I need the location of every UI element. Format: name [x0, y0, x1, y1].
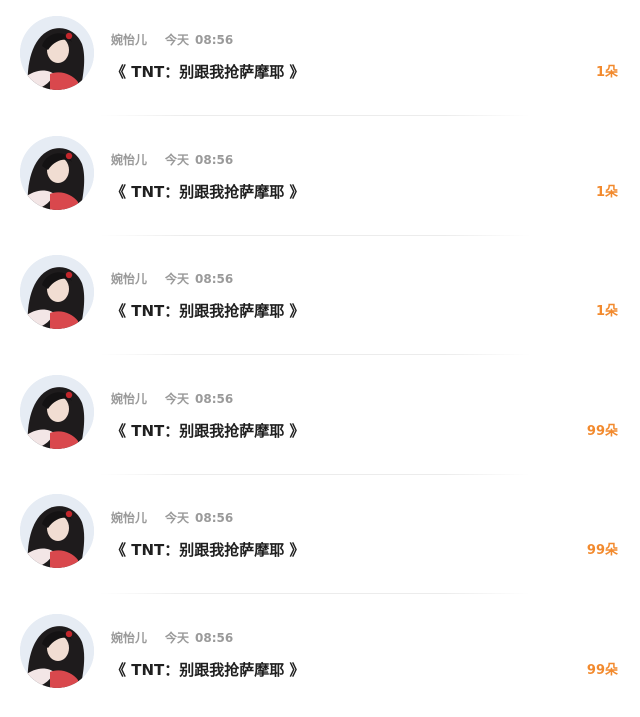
list-item[interactable]: 婉怡儿 今天 08:56 《 TNT：别跟我抢萨摩耶 》 1朵 [0, 0, 640, 120]
row-meta: 婉怡儿 今天 08:56 [111, 272, 233, 286]
avatar[interactable] [20, 136, 94, 210]
avatar[interactable] [20, 255, 94, 329]
time-label: 08:56 [195, 511, 233, 525]
time-label: 08:56 [195, 631, 233, 645]
username[interactable]: 婉怡儿 [111, 153, 147, 167]
username[interactable]: 婉怡儿 [111, 392, 147, 406]
avatar[interactable] [20, 16, 94, 90]
time-label: 08:56 [195, 153, 233, 167]
avatar[interactable] [20, 614, 94, 688]
time-label: 08:56 [195, 272, 233, 286]
item-title[interactable]: 《 TNT：别跟我抢萨摩耶 》 [111, 182, 304, 202]
list-item[interactable]: 婉怡儿 今天 08:56 《 TNT：别跟我抢萨摩耶 》 1朵 [0, 120, 640, 240]
avatar-image [20, 494, 94, 568]
divider [100, 235, 530, 236]
time-label: 08:56 [195, 392, 233, 406]
username[interactable]: 婉怡儿 [111, 33, 147, 47]
list-item[interactable]: 婉怡儿 今天 08:56 《 TNT：别跟我抢萨摩耶 》 99朵 [0, 598, 640, 717]
avatar-image [20, 136, 94, 210]
avatar-image [20, 614, 94, 688]
flower-count: 1朵 [596, 64, 618, 82]
avatar[interactable] [20, 494, 94, 568]
item-title[interactable]: 《 TNT：别跟我抢萨摩耶 》 [111, 660, 304, 680]
username[interactable]: 婉怡儿 [111, 272, 147, 286]
username[interactable]: 婉怡儿 [111, 631, 147, 645]
flower-count: 1朵 [596, 184, 618, 202]
item-title[interactable]: 《 TNT：别跟我抢萨摩耶 》 [111, 301, 304, 321]
avatar-image [20, 255, 94, 329]
username[interactable]: 婉怡儿 [111, 511, 147, 525]
item-title[interactable]: 《 TNT：别跟我抢萨摩耶 》 [111, 540, 304, 560]
row-meta: 婉怡儿 今天 08:56 [111, 392, 233, 406]
date-label: 今天 [165, 511, 189, 525]
date-label: 今天 [165, 392, 189, 406]
flower-count: 1朵 [596, 303, 618, 321]
divider [100, 115, 530, 116]
avatar-image [20, 16, 94, 90]
row-meta: 婉怡儿 今天 08:56 [111, 153, 233, 167]
date-label: 今天 [165, 33, 189, 47]
flower-count: 99朵 [587, 542, 618, 560]
item-title[interactable]: 《 TNT：别跟我抢萨摩耶 》 [111, 421, 304, 441]
date-label: 今天 [165, 631, 189, 645]
row-meta: 婉怡儿 今天 08:56 [111, 631, 233, 645]
list-item[interactable]: 婉怡儿 今天 08:56 《 TNT：别跟我抢萨摩耶 》 1朵 [0, 239, 640, 359]
date-label: 今天 [165, 153, 189, 167]
divider [100, 593, 530, 594]
gift-list: 婉怡儿今天08:56 《 TNT：别跟我抢萨摩耶 》 1朵 婉怡儿今天08:56… [0, 0, 640, 705]
divider [100, 474, 530, 475]
list-item[interactable]: 婉怡儿 今天 08:56 《 TNT：别跟我抢萨摩耶 》 99朵 [0, 359, 640, 479]
row-meta: 婉怡儿 今天 08:56 [111, 33, 233, 47]
avatar[interactable] [20, 375, 94, 449]
row-meta: 婉怡儿 今天 08:56 [111, 511, 233, 525]
item-title[interactable]: 《 TNT：别跟我抢萨摩耶 》 [111, 62, 304, 82]
time-label: 08:56 [195, 33, 233, 47]
avatar-image [20, 375, 94, 449]
list-item[interactable]: 婉怡儿 今天 08:56 《 TNT：别跟我抢萨摩耶 》 99朵 [0, 478, 640, 598]
divider [100, 354, 530, 355]
flower-count: 99朵 [587, 423, 618, 441]
date-label: 今天 [165, 272, 189, 286]
flower-count: 99朵 [587, 662, 618, 680]
